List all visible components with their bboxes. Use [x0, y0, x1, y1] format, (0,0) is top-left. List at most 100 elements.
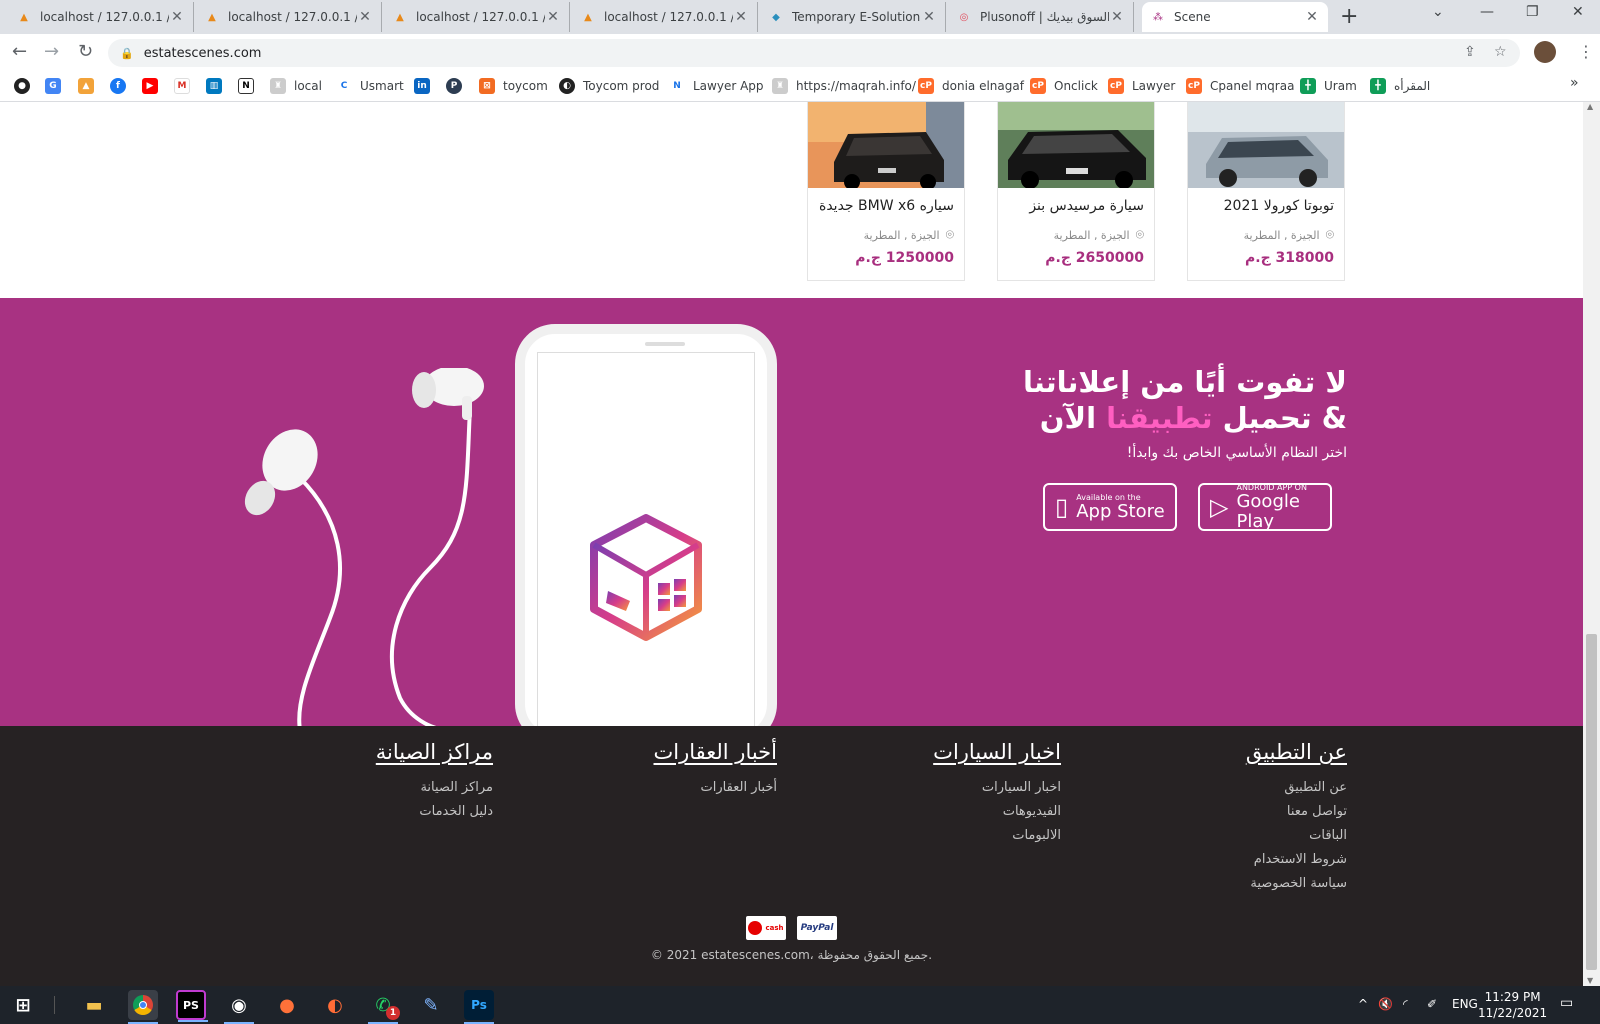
- close-icon[interactable]: ✕: [921, 9, 937, 25]
- bookmark-toycom-prod[interactable]: ◐ Toycom prod: [559, 78, 659, 94]
- listing-location: ⌾ الجيزة , المطرية: [1054, 227, 1144, 243]
- close-icon[interactable]: ✕: [1109, 9, 1125, 25]
- forward-icon[interactable]: →: [44, 41, 59, 62]
- close-icon[interactable]: ✕: [357, 9, 373, 25]
- footer-link[interactable]: الالبومات: [933, 824, 1061, 848]
- youtube-icon: ▶: [142, 78, 158, 94]
- bookmark-translate[interactable]: G: [45, 78, 69, 94]
- footer-heading: مراكز الصيانة: [375, 740, 493, 764]
- bookmark-maqrah[interactable]: ♜ https://maqrah.info/: [772, 78, 916, 94]
- new-tab-button[interactable]: +: [1340, 4, 1358, 29]
- tab-localhost-4[interactable]: ▲ localhost / 127.0.0.1 / u ✕: [572, 2, 758, 32]
- bookmark-lawyer[interactable]: cP Lawyer: [1108, 78, 1175, 94]
- maqrah-icon: ♜: [772, 78, 788, 94]
- share-icon[interactable]: ⇪: [1464, 44, 1476, 60]
- bookmark-cpanel-mqraa[interactable]: cP Cpanel mqraa: [1186, 78, 1294, 94]
- footer-link[interactable]: سياسة الخصوصية: [1246, 872, 1347, 896]
- address-bar[interactable]: 🔒 estatescenes.com ⇪ ☆: [108, 39, 1520, 67]
- bookmark-almaqraa[interactable]: ╋ المقرأه: [1370, 78, 1430, 94]
- close-icon[interactable]: ✕: [733, 9, 749, 25]
- photoshop-icon[interactable]: Ps: [464, 990, 494, 1024]
- page-scrollbar[interactable]: ▲ ▼: [1583, 102, 1600, 986]
- close-icon[interactable]: ✕: [1304, 9, 1320, 25]
- bookmark-trello[interactable]: ▥: [206, 78, 230, 94]
- bookmark-notion[interactable]: N: [238, 78, 262, 94]
- footer-link[interactable]: الباقات: [1246, 824, 1347, 848]
- footer-link[interactable]: اخبار السيارات: [933, 776, 1061, 800]
- footer-link[interactable]: دليل الخدمات: [376, 800, 493, 824]
- footer-heading: اخبار السيارات: [933, 740, 1061, 764]
- postman-icon[interactable]: ◐: [320, 990, 350, 1020]
- earphones-illustration: [244, 368, 484, 726]
- github-desktop-icon[interactable]: ◉: [224, 990, 254, 1024]
- firefox-icon[interactable]: ●: [272, 990, 302, 1020]
- footer-link[interactable]: شروط الاستخدام: [1246, 848, 1347, 872]
- app-store-button[interactable]: ▯ Available on the App Store: [1043, 483, 1177, 531]
- bookmark-facebook[interactable]: f: [110, 78, 134, 94]
- reload-icon[interactable]: ↻: [78, 41, 93, 62]
- lock-icon: 🔒: [120, 46, 134, 60]
- chrome-icon[interactable]: [128, 990, 158, 1024]
- tab-search-icon[interactable]: ⌄: [1432, 4, 1444, 20]
- wifi-icon[interactable]: ◜: [1403, 997, 1408, 1011]
- close-icon[interactable]: ✕: [169, 9, 185, 25]
- bookmark-linkedin[interactable]: in: [414, 78, 438, 94]
- bookmark-onclick[interactable]: cP Onclick: [1030, 78, 1098, 94]
- footer-link[interactable]: عن التطبيق: [1246, 776, 1347, 800]
- bookmark-donia[interactable]: cP donia elnagaf: [918, 78, 1024, 94]
- language-indicator[interactable]: ENG: [1452, 997, 1478, 1011]
- close-icon[interactable]: ✕: [545, 9, 561, 25]
- close-window-button[interactable]: ✕: [1572, 4, 1584, 20]
- scroll-up-icon[interactable]: ▲: [1587, 102, 1593, 111]
- paint-icon[interactable]: ✎: [416, 990, 446, 1020]
- kebab-menu-icon[interactable]: ⋮: [1578, 42, 1594, 61]
- notifications-icon[interactable]: ▭: [1560, 995, 1573, 1011]
- browser-toolbar: ← → ↻ 🔒 estatescenes.com ⇪ ☆: [0, 34, 1600, 70]
- bookmark-star-icon[interactable]: ☆: [1494, 44, 1507, 60]
- back-icon[interactable]: ←: [12, 41, 27, 62]
- footer-link[interactable]: الفيديوهات: [933, 800, 1061, 824]
- phone-speaker: [645, 342, 685, 346]
- bookmark-gmail[interactable]: M: [174, 78, 198, 94]
- bookmark-label: المقرأه: [1394, 79, 1431, 93]
- tab-scene[interactable]: ⁂ Scene ✕: [1142, 2, 1328, 32]
- avatar[interactable]: [1534, 41, 1556, 63]
- footer-link[interactable]: مراكز الصيانة: [376, 776, 493, 800]
- listing-card[interactable]: توبوتا كورولا 2021 ⌾ الجيزة , المطرية 31…: [1187, 102, 1345, 281]
- bookmark-github[interactable]: ●: [14, 78, 38, 94]
- footer-link[interactable]: أخبار العقارات: [654, 776, 777, 800]
- restore-button[interactable]: ❐: [1526, 4, 1539, 20]
- bookmark-uram[interactable]: ╋ Uram: [1300, 78, 1357, 94]
- bookmark-youtube[interactable]: ▶: [142, 78, 166, 94]
- tab-plusonoff[interactable]: ◎ Plusonoff | السوق بيديك ✕: [948, 2, 1134, 32]
- listing-card[interactable]: سيارة مرسيدس بنز ⌾ الجيزة , المطرية 2650…: [997, 102, 1155, 281]
- tab-localhost-1[interactable]: ▲ localhost / 127.0.0.1 / u ✕: [8, 2, 194, 32]
- google-play-button[interactable]: ▷ ANDROID APP ON Google Play: [1198, 483, 1332, 531]
- tab-temporary-esolution[interactable]: ◆ Temporary E-Solution ✕: [760, 2, 946, 32]
- file-explorer-icon[interactable]: ▬: [79, 990, 109, 1020]
- scroll-down-icon[interactable]: ▼: [1587, 976, 1593, 985]
- vodafone-icon: [748, 921, 763, 935]
- bookmark-toycom[interactable]: ⊠ toycom: [479, 78, 548, 94]
- cpanel-icon: cP: [1108, 78, 1124, 94]
- chevron-up-icon[interactable]: ^: [1358, 997, 1368, 1011]
- listing-card[interactable]: سياره BMW x6 جديدة ⌾ الجيزة , المطرية 12…: [807, 102, 965, 281]
- bookmark-p[interactable]: P: [446, 78, 470, 94]
- tab-localhost-3[interactable]: ▲ localhost / 127.0.0.1 / u ✕: [384, 2, 570, 32]
- more-bookmarks-icon[interactable]: »: [1570, 75, 1579, 91]
- minimize-button[interactable]: —: [1480, 4, 1494, 20]
- toycom-icon: ⊠: [479, 78, 495, 94]
- footer-link[interactable]: تواصل معنا: [1246, 800, 1347, 824]
- scrollbar-thumb[interactable]: [1586, 634, 1597, 970]
- pen-icon[interactable]: ✐: [1427, 997, 1437, 1011]
- tab-localhost-2[interactable]: ▲ localhost / 127.0.0.1 / u ✕: [196, 2, 382, 32]
- bookmark-pma[interactable]: ▲: [78, 78, 102, 94]
- phpstorm-icon[interactable]: PS: [176, 990, 208, 1022]
- windows-start-icon[interactable]: ⊞: [8, 990, 38, 1020]
- whatsapp-icon[interactable]: ✆ 1: [368, 990, 400, 1024]
- bookmark-lawyer-app[interactable]: N Lawyer App: [669, 78, 764, 94]
- system-clock[interactable]: 11:29 PM 11/22/2021: [1478, 989, 1547, 1021]
- bookmark-usmart[interactable]: C Usmart: [336, 78, 404, 94]
- volume-muted-icon[interactable]: 🔇: [1378, 997, 1393, 1011]
- bookmark-local[interactable]: ♜ local: [270, 78, 322, 94]
